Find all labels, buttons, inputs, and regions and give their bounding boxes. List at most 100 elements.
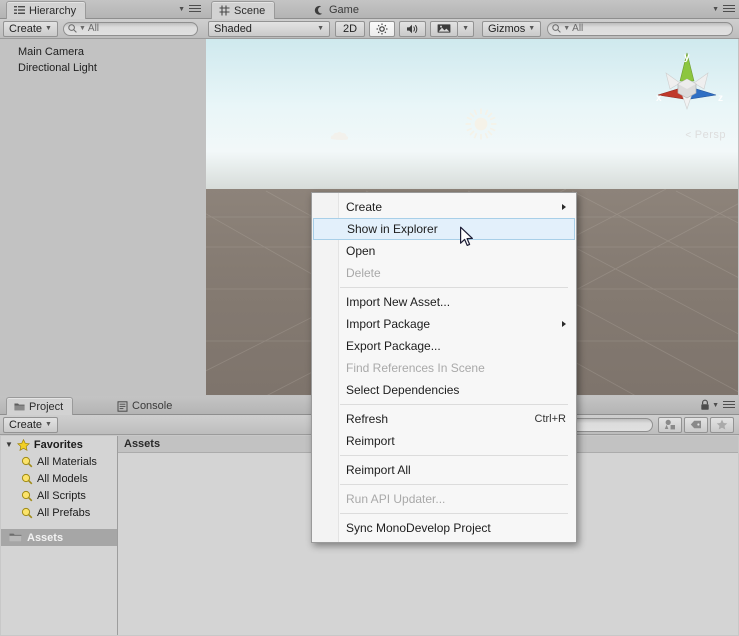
chevron-down-icon: ▼ [45, 25, 52, 32]
chevron-down-icon: ▼ [317, 25, 324, 32]
context-menu-item-sync-monodevelop-project[interactable]: Sync MonoDevelop Project [312, 517, 576, 539]
scene-effects-toggle[interactable] [430, 21, 458, 37]
tab-hierarchy-label: Hierarchy [29, 5, 76, 17]
submenu-arrow-icon [562, 321, 566, 327]
context-menu-separator [340, 513, 568, 514]
panel-menu-icon [721, 400, 735, 410]
scene-panel-menu[interactable]: ▼ [712, 4, 735, 14]
project-favorite-all-scripts[interactable]: All Scripts [1, 487, 117, 504]
asset-context-menu[interactable]: CreateShow in Explorer Open Delete Import N… [311, 192, 577, 543]
light-gizmo[interactable] [464, 107, 498, 141]
context-menu-item-select-dependencies[interactable]: Select Dependencies [312, 379, 576, 401]
context-menu-item-reimport-all[interactable]: Reimport All [312, 459, 576, 481]
project-favorite-all-materials[interactable]: All Materials [1, 453, 117, 470]
filter-favorites-button[interactable] [710, 417, 734, 433]
scene-projection-toggle[interactable]: <Persp [685, 129, 726, 141]
filter-by-label-button[interactable] [684, 417, 708, 433]
hierarchy-icon [14, 5, 25, 16]
search-caret-icon: ▼ [563, 25, 570, 32]
chevron-down-icon: ▼ [462, 25, 469, 32]
context-menu-item-label: Export Package... [346, 339, 441, 353]
scene-2d-toggle[interactable]: 2D [335, 21, 365, 37]
gizmo-axis-z-label: z [718, 93, 723, 104]
project-favorite-label: All Scripts [37, 490, 86, 502]
context-menu-item-label: Select Dependencies [346, 383, 459, 397]
filter-by-type-button[interactable] [658, 417, 682, 433]
context-menu-item-create[interactable]: Create [312, 196, 576, 218]
tab-hierarchy[interactable]: Hierarchy [6, 1, 86, 19]
search-icon [21, 507, 33, 519]
project-tree-item-assets[interactable]: Assets [1, 529, 117, 546]
context-menu-item-refresh[interactable]: Refresh Ctrl+R [312, 408, 576, 430]
scene-toolbar: Shaded ▼ 2D [205, 19, 739, 39]
context-menu-item-import-new-asset[interactable]: Import New Asset... [312, 291, 576, 313]
context-menu-item-shortcut: Ctrl+R [535, 413, 566, 425]
context-menu-item-label: Delete [346, 266, 381, 280]
scene-search-placeholder: All [572, 23, 583, 34]
hierarchy-tabstrip: Hierarchy ▼ [0, 0, 205, 19]
chevron-down-icon: ▼ [528, 25, 535, 32]
search-icon [68, 24, 77, 33]
project-panel-menu[interactable]: ▼ [700, 399, 735, 411]
hierarchy-create-button[interactable]: Create ▼ [3, 21, 58, 37]
image-effects-icon [437, 23, 451, 34]
tab-scene[interactable]: Scene [211, 1, 275, 19]
star-icon [17, 439, 30, 451]
tab-console[interactable]: Console [110, 397, 181, 415]
tab-project[interactable]: Project [6, 397, 73, 415]
context-menu-item-reimport[interactable]: Reimport [312, 430, 576, 452]
scene-gizmos-dropdown[interactable]: Gizmos ▼ [482, 21, 541, 37]
hierarchy-search-input[interactable]: ▼ All [63, 22, 198, 36]
camera-gizmo[interactable] [328, 129, 350, 145]
tab-console-label: Console [132, 400, 172, 412]
panel-menu-caret-icon: ▼ [178, 6, 185, 13]
project-favorites-root[interactable]: ▼ Favorites [1, 436, 117, 453]
hierarchy-panel-menu[interactable]: ▼ [178, 4, 201, 14]
context-menu-item-open[interactable]: Open [312, 240, 576, 262]
context-menu-item-show-in-explorer[interactable]: Show in Explorer [313, 218, 575, 240]
console-icon [117, 401, 128, 412]
context-menu-item-label: Open [346, 244, 375, 258]
scene-orientation-gizmo[interactable]: x y z [644, 47, 730, 125]
project-favorite-all-models[interactable]: All Models [1, 470, 117, 487]
project-tree-pane[interactable]: ▼ Favorites All Materials All Models [1, 436, 118, 635]
hierarchy-tree[interactable]: Main Camera Directional Light [0, 40, 205, 396]
project-content-header-label: Assets [124, 438, 160, 450]
hierarchy-item-main-camera[interactable]: Main Camera [0, 44, 205, 60]
context-menu-separator [340, 404, 568, 405]
project-create-label: Create [9, 419, 42, 431]
filter-by-type-icon [664, 419, 676, 430]
context-menu-separator [340, 455, 568, 456]
search-caret-icon: ▼ [79, 25, 86, 32]
project-create-button[interactable]: Create ▼ [3, 417, 58, 433]
context-menu-item-label: Import Package [346, 317, 430, 331]
project-assets-label: Assets [27, 532, 63, 544]
tab-scene-label: Scene [234, 5, 265, 17]
hierarchy-toolbar: Create ▼ ▼ All [0, 19, 205, 39]
project-favorite-all-prefabs[interactable]: All Prefabs [1, 504, 117, 521]
panel-menu-caret-icon: ▼ [712, 402, 719, 409]
context-menu-item-label: Reimport All [346, 463, 411, 477]
hierarchy-item-directional-light[interactable]: Directional Light [0, 60, 205, 76]
context-menu-item-label: Run API Updater... [346, 492, 445, 506]
search-icon [21, 456, 33, 468]
scene-audio-toggle[interactable] [399, 21, 426, 37]
scene-effects-dropdown[interactable]: ▼ [458, 21, 474, 37]
scene-projection-label: Persp [695, 129, 726, 141]
scene-draw-mode-dropdown[interactable]: Shaded ▼ [208, 21, 330, 37]
scene-lighting-toggle[interactable] [369, 21, 395, 37]
context-menu-item-export-package[interactable]: Export Package... [312, 335, 576, 357]
context-menu-item-label: Refresh [346, 412, 388, 426]
filter-by-label-icon [690, 419, 702, 430]
panel-menu-icon [187, 4, 201, 14]
scene-tabstrip: Scene Game ▼ [205, 0, 739, 19]
tab-game[interactable]: Game [307, 1, 368, 19]
context-menu-separator [340, 287, 568, 288]
scene-search-input[interactable]: ▼ All [547, 22, 733, 36]
lock-icon [700, 399, 710, 411]
scene-gizmos-label: Gizmos [488, 23, 525, 35]
search-icon [552, 24, 561, 33]
context-menu-item-import-package[interactable]: Import Package [312, 313, 576, 335]
panel-menu-icon [721, 4, 735, 14]
context-menu-item-label: Sync MonoDevelop Project [346, 521, 491, 535]
